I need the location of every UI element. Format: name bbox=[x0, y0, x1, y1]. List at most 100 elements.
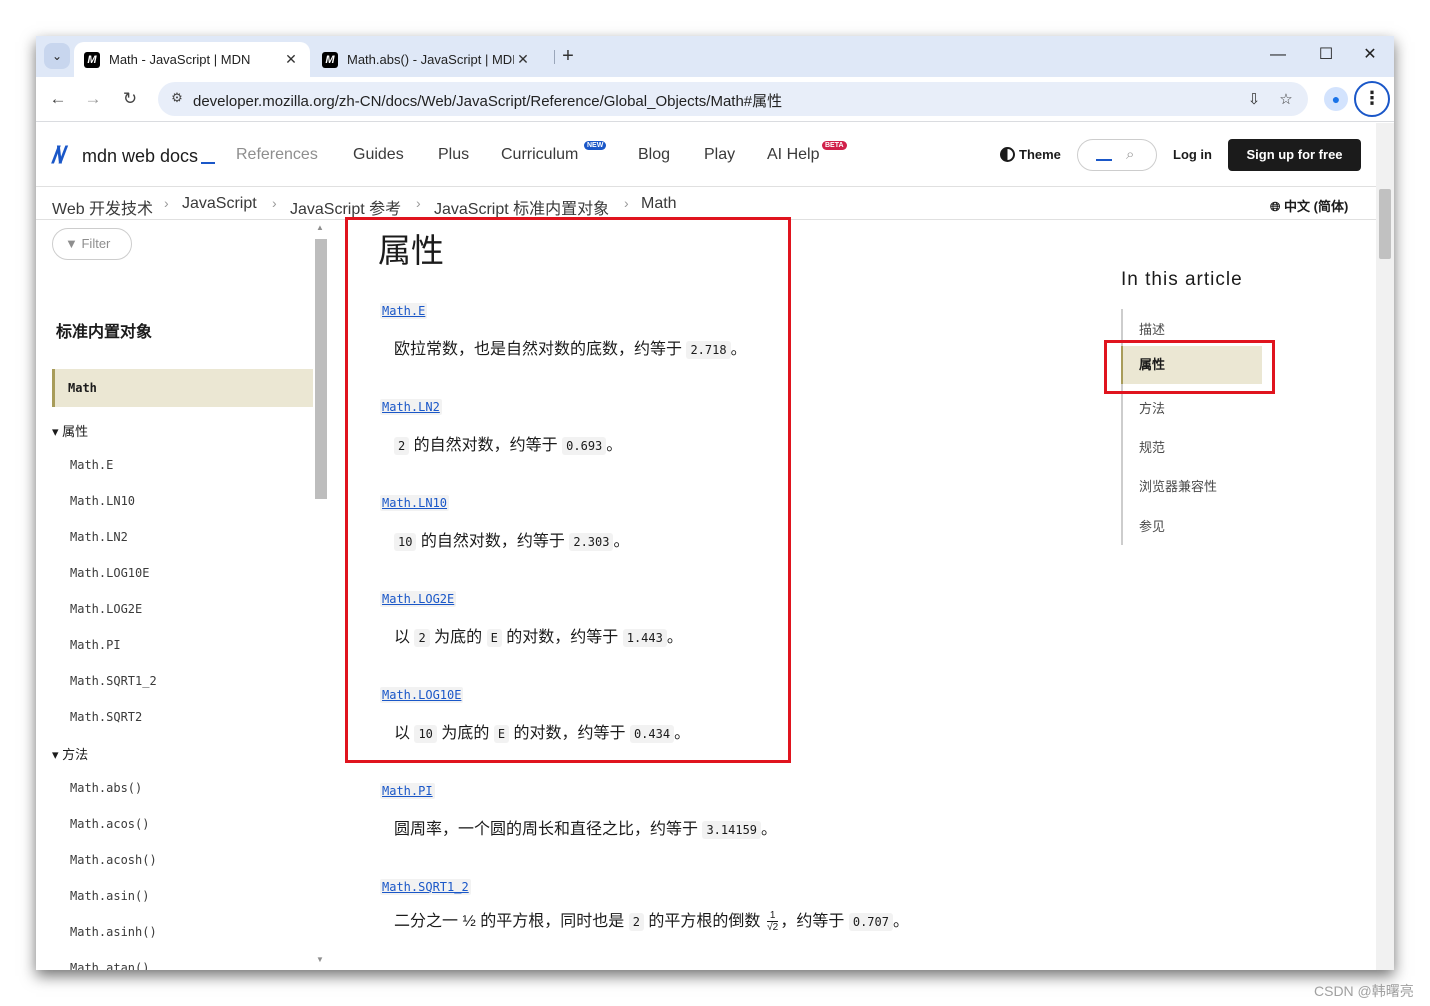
breadcrumb-item[interactable]: JavaScript 标准内置对象 bbox=[434, 195, 609, 219]
fraction-numerator: 1 bbox=[766, 910, 779, 923]
mdn-m-icon: /\/ bbox=[52, 142, 66, 169]
sidebar-item[interactable]: Math.PI bbox=[70, 638, 121, 652]
property-link[interactable]: Math.PI bbox=[380, 783, 435, 799]
logo-text: mdn web docs bbox=[82, 145, 199, 166]
table-of-contents: In this article 描述 属性 方法 规范 浏览器兼容性 参见 bbox=[1106, 221, 1376, 641]
nav-plus[interactable]: Plus bbox=[438, 146, 469, 164]
filter-placeholder: Filter bbox=[81, 236, 111, 251]
chevron-right-icon: › bbox=[164, 195, 169, 211]
nav-guides[interactable]: Guides bbox=[353, 146, 404, 164]
nav-curriculum[interactable]: Curriculum bbox=[501, 146, 578, 164]
url-text[interactable]: developer.mozilla.org/zh-CN/docs/Web/Jav… bbox=[193, 90, 782, 111]
property-description: 圆周率，一个圆的周长和直径之比，约等于 3.14159。 bbox=[394, 815, 777, 839]
tab-math-abs[interactable]: M Math.abs() - JavaScript | MDN ✕ bbox=[312, 42, 542, 77]
nav-ai-help[interactable]: AI Help bbox=[767, 146, 819, 164]
toc-item-description[interactable]: 描述 bbox=[1139, 319, 1165, 338]
login-link[interactable]: Log in bbox=[1173, 147, 1212, 162]
browser-menu-icon[interactable]: ⋮ bbox=[1354, 81, 1390, 117]
toc-item-methods[interactable]: 方法 bbox=[1139, 398, 1165, 417]
signup-button[interactable]: Sign up for free bbox=[1228, 139, 1361, 171]
breadcrumb-item[interactable]: JavaScript bbox=[182, 195, 257, 213]
theme-icon bbox=[1000, 147, 1015, 162]
search-input[interactable]: ⌕ bbox=[1077, 139, 1157, 171]
sidebar-item[interactable]: Math.asinh() bbox=[70, 925, 157, 939]
sidebar-item[interactable]: Math.asin() bbox=[70, 889, 149, 903]
back-icon[interactable]: ← bbox=[46, 87, 70, 111]
sidebar-item-math[interactable]: Math bbox=[52, 369, 313, 407]
profile-avatar-icon[interactable]: ● bbox=[1324, 87, 1348, 111]
page-scroll-thumb[interactable] bbox=[1379, 189, 1391, 259]
breadcrumb-item[interactable]: Web 开发技术 bbox=[52, 195, 153, 219]
logo-cursor-icon bbox=[201, 162, 216, 164]
site-info-icon[interactable]: ⚙ bbox=[168, 90, 186, 108]
search-icon[interactable]: ⌕ bbox=[1126, 146, 1134, 163]
sidebar-item[interactable]: Math.LOG10E bbox=[70, 566, 149, 580]
language-label: 中文 (简体) bbox=[1284, 199, 1349, 214]
install-app-icon[interactable]: ⇩ bbox=[1244, 90, 1264, 110]
bookmark-star-icon[interactable]: ☆ bbox=[1276, 90, 1296, 110]
reload-icon[interactable]: ↻ bbox=[118, 87, 142, 111]
toc-item-see-also[interactable]: 参见 bbox=[1139, 516, 1165, 535]
property-description: 二分之一 ½ 的平方根，同时也是 2 的平方根的倒数 1 √2 ，约等于 0.707… bbox=[394, 907, 909, 933]
sidebar-item[interactable]: Math.LN10 bbox=[70, 494, 135, 508]
sidebar-item[interactable]: Math.acos() bbox=[70, 817, 149, 831]
tab-title: Math.abs() - JavaScript | MDN bbox=[347, 52, 514, 67]
chevron-right-icon: › bbox=[416, 195, 421, 211]
address-bar[interactable]: ⚙ developer.mozilla.org/zh-CN/docs/Web/J… bbox=[158, 82, 1308, 116]
annotation-box-toc bbox=[1104, 340, 1275, 394]
new-badge: NEW bbox=[584, 141, 607, 150]
theme-switcher[interactable]: Theme bbox=[1000, 147, 1061, 162]
property-link[interactable]: Math.SQRT1_2 bbox=[380, 879, 471, 895]
minimize-icon[interactable]: — bbox=[1258, 44, 1298, 68]
nav-blog[interactable]: Blog bbox=[638, 146, 670, 164]
sidebar-item[interactable]: Math.SQRT1_2 bbox=[70, 674, 157, 688]
toc-item-specifications[interactable]: 规范 bbox=[1139, 437, 1165, 456]
sidebar-item[interactable]: Math.abs() bbox=[70, 781, 142, 795]
sidebar-scrollbar[interactable]: ▲ ▼ bbox=[315, 223, 327, 967]
sidebar-group-methods[interactable]: ▾ 方法 bbox=[52, 744, 88, 763]
mdn-favicon-icon: M bbox=[84, 51, 100, 68]
globe-icon: 🌐︎ bbox=[1270, 199, 1285, 214]
toc-title: In this article bbox=[1121, 269, 1243, 290]
theme-label: Theme bbox=[1019, 147, 1061, 162]
watermark: CSDN @韩曙亮 bbox=[1314, 983, 1414, 999]
tab-math[interactable]: M Math - JavaScript | MDN ✕ bbox=[74, 42, 310, 77]
nav-references[interactable]: References bbox=[236, 146, 318, 164]
close-tab-icon[interactable]: ✕ bbox=[514, 51, 532, 68]
forward-icon[interactable]: → bbox=[81, 87, 105, 111]
sidebar-item[interactable]: Math.acosh() bbox=[70, 853, 157, 867]
scroll-up-icon[interactable]: ▲ bbox=[316, 223, 324, 232]
scroll-down-icon[interactable]: ▼ bbox=[316, 955, 324, 964]
sidebar-item[interactable]: Math.LN2 bbox=[70, 530, 128, 544]
sidebar-item[interactable]: Math.LOG2E bbox=[70, 602, 142, 616]
sidebar-heading: 标准内置对象 bbox=[56, 324, 153, 341]
sidebar-item[interactable]: Math.E bbox=[70, 458, 113, 472]
browser-toolbar: ← → ↻ ⚙ developer.mozilla.org/zh-CN/docs… bbox=[36, 77, 1394, 122]
close-window-icon[interactable]: ✕ bbox=[1350, 44, 1390, 68]
close-tab-icon[interactable]: ✕ bbox=[282, 51, 300, 68]
mdn-favicon-icon: M bbox=[322, 51, 338, 68]
mdn-header: /\/ mdn web docs References Guides Plus … bbox=[36, 123, 1376, 187]
breadcrumb-item[interactable]: JavaScript 参考 bbox=[290, 195, 401, 219]
toc-item-compatibility[interactable]: 浏览器兼容性 bbox=[1139, 476, 1217, 495]
caret-down-icon: ▾ bbox=[52, 747, 63, 762]
sidebar-group-label: 方法 bbox=[62, 747, 89, 762]
inline-code: 2 bbox=[628, 913, 644, 931]
page-scrollbar[interactable] bbox=[1376, 123, 1394, 970]
chevron-right-icon: › bbox=[624, 195, 629, 211]
breadcrumb-current[interactable]: Math bbox=[641, 195, 677, 213]
search-caret bbox=[1096, 159, 1112, 161]
language-switcher[interactable]: 🌐︎ 中文 (简体) bbox=[1270, 196, 1348, 215]
sidebar-item[interactable]: Math.SQRT2 bbox=[70, 710, 142, 724]
maximize-icon[interactable]: ☐ bbox=[1306, 44, 1346, 68]
mdn-logo[interactable]: /\/ mdn web docs bbox=[52, 142, 216, 169]
caret-down-icon: ▾ bbox=[52, 424, 63, 439]
tab-search-button[interactable]: ⌄ bbox=[44, 43, 70, 69]
nav-play[interactable]: Play bbox=[704, 146, 735, 164]
new-tab-icon[interactable]: + bbox=[556, 45, 580, 69]
sidebar-item[interactable]: Math.atan() bbox=[70, 961, 149, 970]
sidebar-scroll-thumb[interactable] bbox=[315, 239, 327, 499]
filter-input[interactable]: ▼ Filter bbox=[52, 228, 132, 260]
fraction: 1 √2 bbox=[766, 910, 779, 933]
sidebar-group-properties[interactable]: ▾ 属性 bbox=[52, 421, 88, 440]
